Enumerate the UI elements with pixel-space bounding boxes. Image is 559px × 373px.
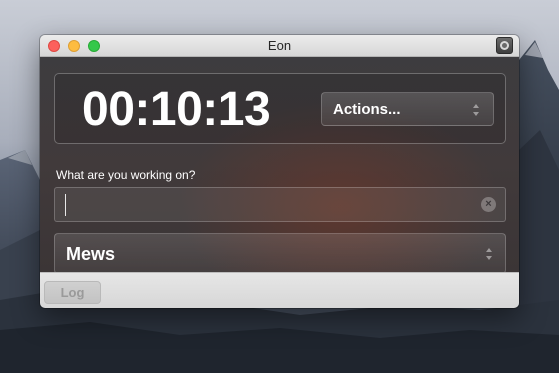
title-bar: Eon bbox=[40, 35, 519, 57]
log-button[interactable]: Log bbox=[44, 281, 101, 304]
task-input[interactable] bbox=[63, 191, 463, 218]
timer-display: 00:10:13 bbox=[82, 83, 271, 136]
project-label: Mews bbox=[66, 244, 116, 264]
updown-chevrons-icon bbox=[472, 103, 481, 117]
eon-window: Eon 00:10:13 Actions... What are you wor… bbox=[40, 35, 519, 308]
timer-box: 00:10:13 Actions... bbox=[54, 73, 506, 144]
updown-chevrons-icon bbox=[485, 247, 494, 261]
actions-label: Actions... bbox=[333, 101, 401, 118]
window-title: Eon bbox=[267, 38, 292, 53]
task-field[interactable]: × bbox=[54, 187, 506, 222]
actions-popup-button[interactable]: Actions... bbox=[321, 92, 494, 126]
clear-icon[interactable]: × bbox=[481, 197, 496, 212]
task-prompt-label: What are you working on? bbox=[56, 168, 196, 182]
record-icon[interactable] bbox=[496, 37, 513, 54]
text-caret bbox=[65, 194, 66, 216]
footer-bar: Log bbox=[40, 272, 519, 308]
main-panel: 00:10:13 Actions... What are you working… bbox=[40, 57, 519, 274]
project-popup-button[interactable]: Mews bbox=[54, 233, 506, 274]
